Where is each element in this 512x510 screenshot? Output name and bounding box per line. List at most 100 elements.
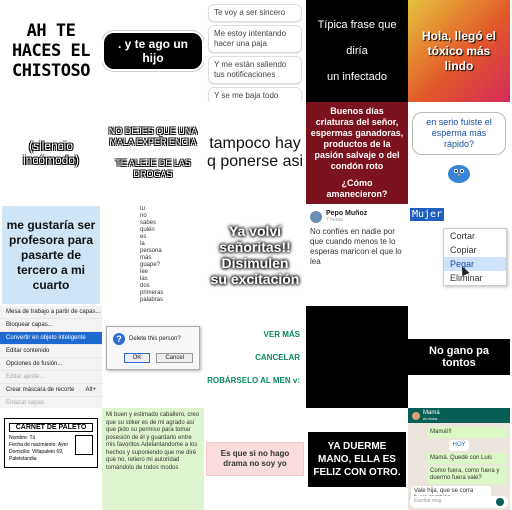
sticker-line: TE ALEJE DE LAS DROGAS [115, 158, 191, 179]
sticker-carnet[interactable]: CARNET DE PALETO Nombre: Tú Fecha de nac… [0, 408, 102, 510]
word: persona [140, 248, 162, 254]
menu-item[interactable]: Opciones de fusión... [0, 358, 102, 371]
speech-bubble: en serio fuiste el esperma más rápido? [412, 112, 506, 155]
word: es [140, 234, 147, 240]
action-cancelar[interactable]: CANCELAR [255, 353, 300, 362]
message-input[interactable]: Escribir msg [410, 496, 508, 508]
dialog-question: Delete this person? [129, 336, 181, 342]
sticker-chat-sincero[interactable]: Te voy a ser sincero Me estoy intentando… [204, 0, 306, 102]
sticker-silencio[interactable]: (silencio incómodo) [0, 102, 102, 204]
sticker-text: tampoco hay q ponerse asi [206, 135, 304, 170]
sticker-context-menu[interactable]: Mujer Cortar Copiar Pegar Eliminar [408, 204, 510, 306]
menu-item[interactable]: Mesa de trabajo a partir de capas... [0, 306, 102, 319]
message-out: Mamá!!! [427, 427, 507, 438]
chat-bubble: Y se me baja todo [208, 87, 302, 102]
word: las [140, 276, 148, 282]
sticker-tweet-pepo[interactable]: Pepo Muñoz 7 horas No confíes en nadie p… [306, 204, 408, 306]
sticker-tipica-frase[interactable]: Típica frase que diría un infectado [306, 0, 408, 102]
menu-shortcut: Alt+ [85, 387, 96, 393]
sticker-line: diría [346, 45, 368, 57]
blue-bird-icon [444, 159, 474, 185]
chat-header: Mamá en línea [408, 408, 510, 423]
sticker-dialog-actions[interactable]: VER MÁS CANCELAR ROBÁRSELO AL MEN v: [204, 306, 306, 408]
sticker-black-square[interactable] [306, 306, 408, 408]
cancel-button[interactable]: Cancel [156, 353, 193, 363]
sticker-line: señoritas!! [219, 239, 291, 255]
action-robarselo[interactable]: ROBÁRSELO AL MEN v: [207, 376, 300, 385]
sticker-caballero[interactable]: Mi buen y estimado caballero, creo que s… [102, 408, 204, 510]
menu-item-pegar[interactable]: Pegar [444, 257, 506, 271]
sticker-grid: AH TE HACES EL CHISTOSO . y te ago un hi… [0, 0, 512, 510]
selected-text: Mujer [410, 208, 445, 221]
id-card: CARNET DE PALETO Nombre: Tú Fecha de nac… [4, 418, 98, 468]
menu-item[interactable]: Editar contenido [0, 345, 102, 358]
word: tu [140, 206, 146, 212]
menu-item-label: Crear máscara de recorte [6, 387, 75, 393]
photo-placeholder-icon [75, 435, 93, 455]
date-chip: HOY [449, 440, 469, 451]
contact-status: en línea [423, 416, 438, 421]
word: primeras [140, 290, 164, 296]
sticker-line: su excitación [210, 271, 300, 287]
chat-bubble: Me estoy intentando hacer una paja [208, 25, 302, 53]
avatar [412, 411, 420, 420]
sticker-line: HACES EL [12, 41, 90, 61]
sticker-tampoco-hay[interactable]: tampoco hay q ponerse asi [204, 102, 306, 204]
sticker-toxico[interactable]: Hola, llegó el tóxico más lindo [408, 0, 510, 102]
avatar [310, 210, 322, 223]
word: guape? [140, 262, 161, 268]
word: no [140, 213, 147, 219]
chat-bubble: Y me están saliendo tus notificaciones [208, 56, 302, 84]
sticker-buenos-dias[interactable]: Buenos días criaturas del señor, esperma… [306, 102, 408, 204]
tweet-text: No confíes en nadie por que cuando menos… [310, 227, 402, 266]
menu-item-disabled: Enlazar capas [0, 397, 102, 408]
chat-window: Mamá en línea Mamá!!! HOY Mamá. Quedé co… [408, 408, 510, 510]
menu-item[interactable]: Crear máscara de recorte Alt+ [0, 384, 102, 397]
sticker-line: un infectado [327, 71, 387, 83]
menu-item-eliminar[interactable]: Eliminar [444, 271, 506, 285]
menu-item-cortar[interactable]: Cortar [444, 229, 506, 243]
sticker-photoshop-menu[interactable]: Mesa de trabajo a partir de capas... Blo… [0, 306, 102, 408]
sticker-line: AH TE [26, 21, 76, 41]
chat-bubble: Te voy a ser sincero [208, 4, 302, 22]
dialog: ? Delete this person? OK Cancel [106, 326, 200, 370]
context-menu: Cortar Copiar Pegar Eliminar [443, 228, 507, 286]
sticker-line: NO DEJES QUE UNA MALA EXPERIENCIA [108, 126, 198, 147]
sticker-te-ago-un-hijo[interactable]: . y te ago un hijo [102, 0, 204, 102]
word: más [140, 255, 152, 261]
sticker-text: Es que si no hago drama no soy yo [206, 442, 304, 476]
input-placeholder: Escribir msg [414, 498, 442, 504]
sticker-ah-te-haces[interactable]: AH TE HACES EL CHISTOSO [0, 0, 102, 102]
sticker-pill: . y te ago un hijo [102, 31, 204, 71]
sticker-delete-dialog[interactable]: ? Delete this person? OK Cancel [102, 306, 204, 408]
word: palabras [140, 297, 164, 303]
question-icon: ? [113, 333, 125, 345]
sticker-ya-volvi[interactable]: Ya volví señoritas!! Disimulen su excita… [204, 204, 306, 306]
sticker-line: CHISTOSO [12, 61, 90, 81]
menu-item[interactable]: Bloquear capas... [0, 319, 102, 332]
action-ver-mas[interactable]: VER MÁS [264, 330, 300, 339]
menu-item-highlighted[interactable]: Convertir en objeto inteligente [0, 332, 102, 345]
ok-button[interactable]: OK [123, 353, 151, 363]
sticker-line: Ya volví [228, 223, 282, 239]
message-out: Como fuera, como fuera y duermo fuera va… [427, 466, 507, 484]
sticker-esperma-rapido[interactable]: en serio fuiste el esperma más rápido? [408, 102, 510, 204]
send-icon[interactable] [496, 498, 504, 506]
sticker-line: Disimulen [221, 255, 289, 271]
menu-item-copiar[interactable]: Copiar [444, 243, 506, 257]
sticker-text: YA DUERME MANO, ELLA ES FELIZ CON OTRO. [308, 431, 406, 487]
sticker-persona-guape[interactable]: tu no sabes quién es la persona más guap… [102, 204, 204, 306]
sticker-drama[interactable]: Es que si no hago drama no soy yo [204, 408, 306, 510]
sticker-ya-duerme[interactable]: YA DUERME MANO, ELLA ES FELIZ CON OTRO. [306, 408, 408, 510]
sticker-drogas[interactable]: NO DEJES QUE UNA MALA EXPERIENCIA TE ALE… [102, 102, 204, 204]
sticker-text: me gustaría ser profesora para pasarte d… [6, 217, 96, 292]
sticker-no-gano[interactable]: No gano pa tontos [408, 306, 510, 408]
word: lee [140, 269, 149, 275]
sticker-text: Hola, llegó el tóxico más lindo [421, 28, 496, 73]
sticker-whatsapp-mama[interactable]: Mamá en línea Mamá!!! HOY Mamá. Quedé co… [408, 408, 510, 510]
sticker-profesora[interactable]: me gustaría ser profesora para pasarte d… [0, 204, 102, 306]
word: sabes [140, 220, 157, 226]
sticker-text: No gano pa tontos [408, 339, 510, 375]
sticker-line: Buenos días criaturas del señor, esperma… [310, 106, 404, 171]
menu-item-disabled: Editar ajuste... [0, 371, 102, 384]
